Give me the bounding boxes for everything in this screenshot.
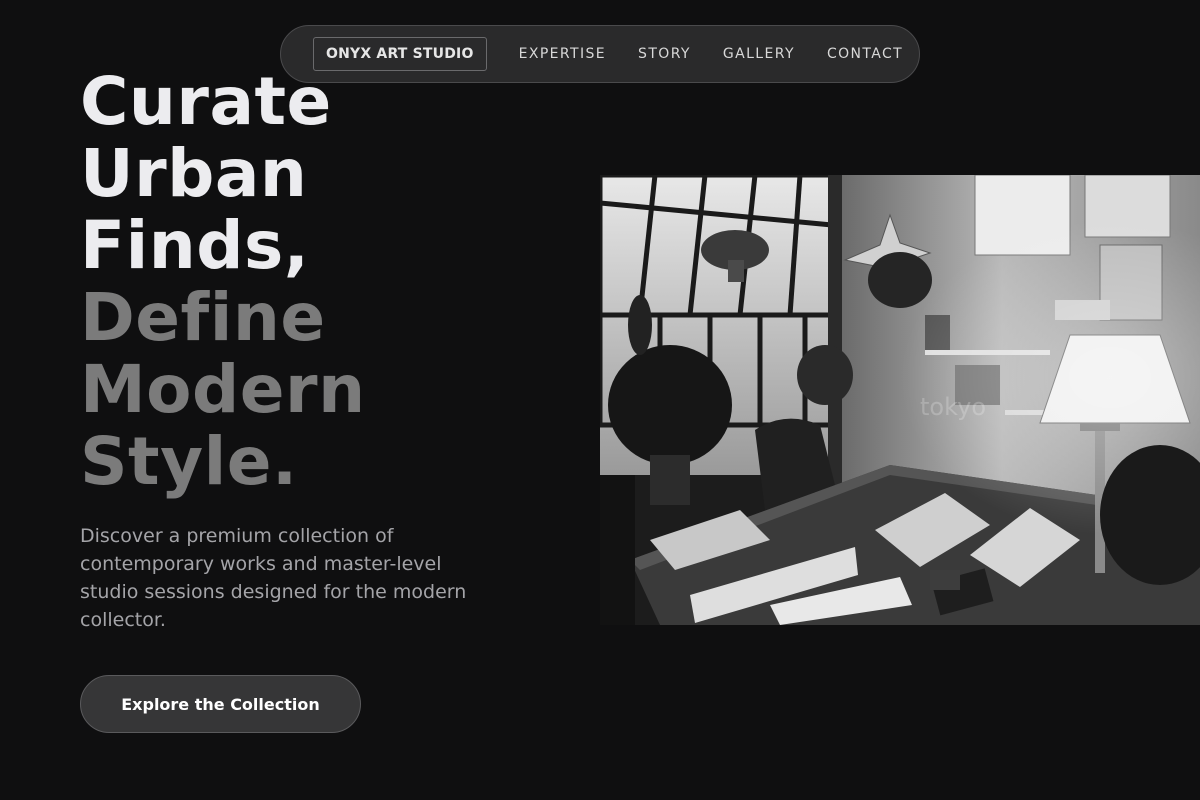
studio-photo: tokyo (600, 175, 1200, 625)
nav-link-contact[interactable]: CONTACT (827, 46, 903, 62)
hero-description: Discover a premium collection of contemp… (80, 525, 467, 631)
studio-photo-illustration: tokyo (600, 175, 1200, 625)
nav-link-gallery[interactable]: GALLERY (723, 46, 795, 62)
nav-link-story[interactable]: STORY (638, 46, 691, 62)
page: ONYX ART STUDIO EXPERTISE STORY GALLERY … (0, 0, 1200, 800)
headline-line-1: Curate (80, 63, 332, 140)
nav-link-expertise[interactable]: EXPERTISE (519, 46, 606, 62)
hero-headline: Curate Urban Finds, Define Modern Style. (80, 66, 366, 498)
headline-line-5: Modern (80, 351, 366, 428)
top-navigation: ONYX ART STUDIO EXPERTISE STORY GALLERY … (280, 25, 920, 83)
headline-line-4: Define (80, 279, 326, 356)
photo-watermark: tokyo (920, 393, 986, 421)
headline-line-2: Urban (80, 135, 308, 212)
explore-collection-button[interactable]: Explore the Collection (80, 675, 361, 733)
headline-line-3: Finds, (80, 207, 310, 284)
headline-line-6: Style. (80, 423, 298, 500)
